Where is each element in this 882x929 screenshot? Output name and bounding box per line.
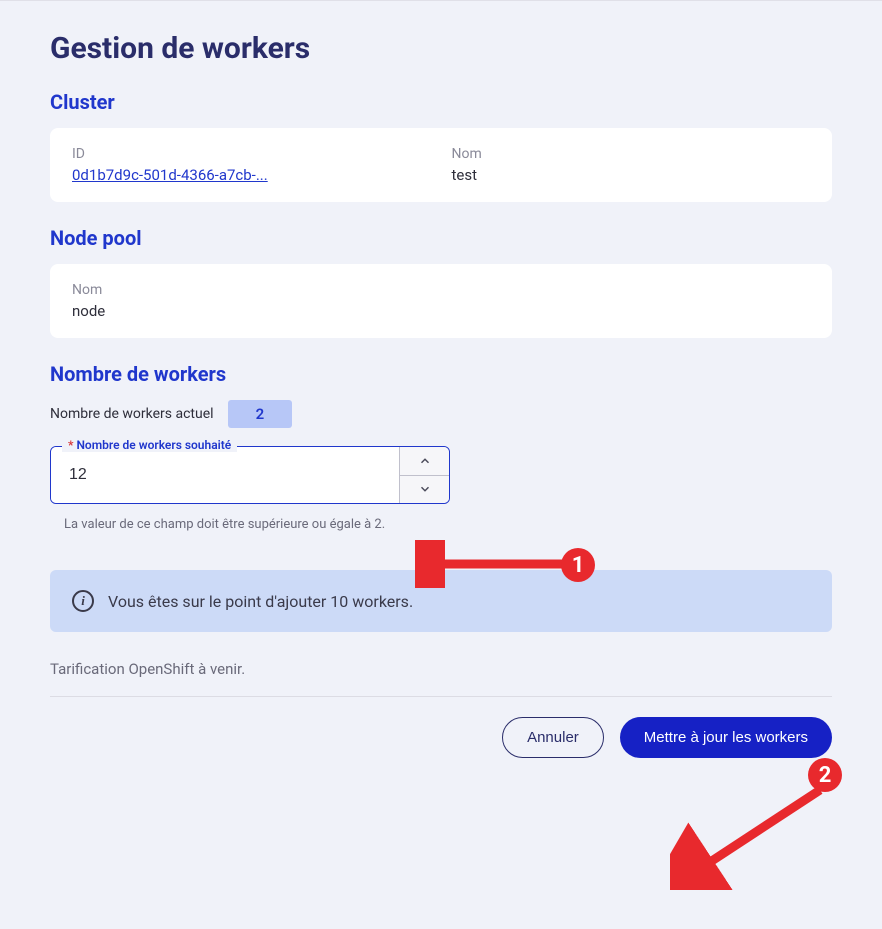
cancel-button[interactable]: Annuler bbox=[502, 717, 604, 758]
annotation-arrow-2 bbox=[670, 780, 840, 890]
spinner-down-button[interactable] bbox=[400, 476, 449, 504]
cluster-name-value: test bbox=[451, 166, 481, 184]
submit-button[interactable]: Mettre à jour les workers bbox=[620, 717, 832, 758]
nodepool-name-label: Nom bbox=[72, 282, 105, 298]
section-title-nodepool: Node pool bbox=[50, 226, 832, 250]
current-workers-label: Nombre de workers actuel bbox=[50, 406, 214, 422]
spinner-up-button[interactable] bbox=[400, 447, 449, 476]
page-title: Gestion de workers bbox=[50, 31, 832, 66]
nodepool-card: Nom node bbox=[50, 264, 832, 338]
info-icon: i bbox=[72, 590, 94, 612]
divider bbox=[50, 696, 832, 697]
spinner bbox=[399, 447, 449, 503]
chevron-down-icon bbox=[418, 482, 432, 496]
section-title-workers: Nombre de workers bbox=[50, 362, 832, 386]
nodepool-name-value: node bbox=[72, 302, 105, 320]
cluster-id-label: ID bbox=[72, 146, 411, 162]
cluster-card: ID 0d1b7d9c-501d-4366-a7cb-... Nom test bbox=[50, 128, 832, 202]
chevron-up-icon bbox=[418, 454, 432, 468]
desired-workers-input[interactable] bbox=[51, 447, 399, 503]
cluster-id-link[interactable]: 0d1b7d9c-501d-4366-a7cb-... bbox=[72, 166, 411, 184]
info-alert-text: Vous êtes sur le point d'ajouter 10 work… bbox=[108, 592, 413, 611]
section-title-cluster: Cluster bbox=[50, 90, 832, 114]
cluster-name-label: Nom bbox=[451, 146, 481, 162]
desired-workers-helper: La valeur de ce champ doit être supérieu… bbox=[50, 512, 420, 534]
pricing-note: Tarification OpenShift à venir. bbox=[50, 660, 832, 696]
desired-workers-label: Nombre de workers souhaité bbox=[62, 438, 237, 452]
info-alert: i Vous êtes sur le point d'ajouter 10 wo… bbox=[50, 570, 832, 632]
current-workers-badge: 2 bbox=[228, 400, 293, 428]
